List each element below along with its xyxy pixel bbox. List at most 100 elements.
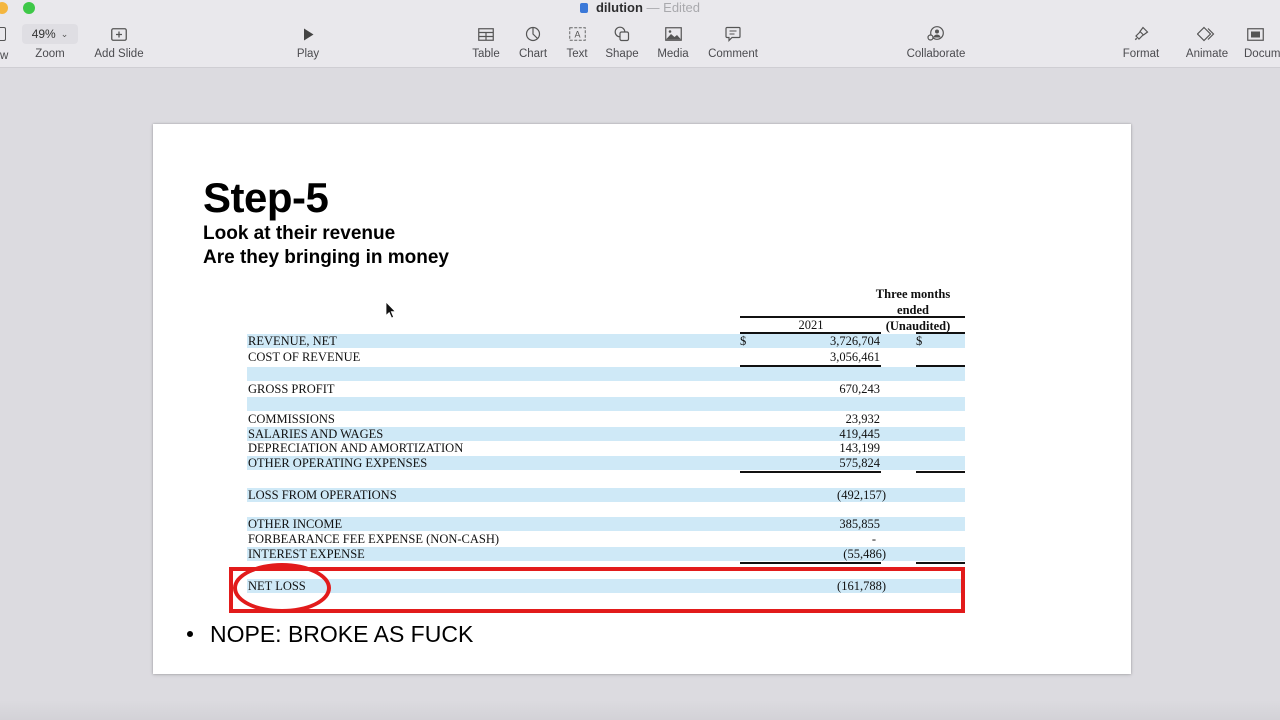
total-rule-2: [916, 562, 965, 564]
text-box-icon: A: [568, 27, 586, 41]
table-row: REVENUE, NET $ 3,726,704 $: [247, 334, 965, 348]
bullet-text: NOPE: BROKE AS FUCK: [210, 621, 474, 647]
text-button[interactable]: A Text: [563, 24, 591, 60]
text-label: Text: [566, 48, 588, 60]
table-button[interactable]: Table: [470, 24, 502, 60]
table-row: SALARIES AND WAGES 419,445: [247, 427, 965, 441]
add-slide-icon: [111, 27, 127, 41]
table-row: FORBEARANCE FEE EXPENSE (NON-CASH) -: [247, 532, 965, 546]
add-slide-button[interactable]: Add Slide: [92, 24, 146, 60]
play-button[interactable]: Play: [292, 24, 324, 60]
window-title: dilution — Edited: [0, 0, 1280, 16]
canvas-bottom-edge: [0, 700, 1280, 720]
view-button-label[interactable]: w: [0, 50, 8, 62]
table-label: Table: [472, 48, 500, 60]
row-label: SALARIES AND WAGES: [248, 427, 384, 441]
total-rule: [740, 562, 881, 564]
zoom-select[interactable]: 49% ⌄: [22, 24, 78, 44]
media-button[interactable]: Media: [655, 24, 691, 60]
row-value: 385,855: [839, 517, 880, 531]
row-value: 3,056,461: [830, 350, 880, 364]
format-label: Format: [1122, 48, 1160, 60]
comment-button[interactable]: Comment: [706, 24, 760, 60]
column-year: 2021: [798, 318, 824, 332]
net-loss-highlight-ellipse[interactable]: [233, 563, 331, 613]
bullet-icon: [187, 630, 193, 637]
animate-label: Animate: [1185, 48, 1229, 60]
row-value: 670,243: [839, 382, 880, 396]
table-row: COMMISSIONS 23,932: [247, 412, 965, 426]
table-row: LOSS FROM OPERATIONS (492,157): [247, 488, 965, 502]
animate-icon: [1197, 26, 1215, 42]
zoom-control[interactable]: 49% ⌄ Zoom: [22, 24, 78, 60]
row-value: 3,726,704: [830, 334, 880, 348]
comment-label: Comment: [708, 48, 758, 60]
add-slide-label: Add Slide: [94, 48, 144, 60]
row-value: (492,157): [837, 488, 886, 502]
document-status: Edited: [663, 0, 701, 15]
chart-label: Chart: [518, 48, 548, 60]
slide-canvas[interactable]: Step-5 Look at their revenue Are they br…: [153, 124, 1131, 674]
row-value: 419,445: [839, 427, 880, 441]
play-label: Play: [296, 48, 320, 60]
shape-button[interactable]: Shape: [603, 24, 641, 60]
row-label: COMMISSIONS: [248, 412, 335, 426]
document-icon: [1247, 27, 1264, 41]
shape-icon: [614, 26, 630, 42]
zoom-label: Zoom: [35, 48, 65, 60]
table-row: INTEREST EXPENSE (55,486): [247, 547, 965, 561]
bullet-point[interactable]: NOPE: BROKE AS FUCK: [187, 621, 473, 648]
mouse-cursor-icon: [385, 301, 396, 319]
row-label: OTHER INCOME: [248, 517, 343, 531]
comment-icon: [725, 26, 741, 42]
row-label: DEPRECIATION AND AMORTIZATION: [248, 441, 464, 455]
chevron-down-icon: ⌄: [60, 28, 69, 39]
spacer-row: [247, 397, 965, 411]
table-row: DEPRECIATION AND AMORTIZATION 143,199: [247, 441, 965, 455]
table-row: COST OF REVENUE 3,056,461: [247, 350, 965, 364]
header-period: Three months ended: [875, 287, 951, 317]
document-name: dilution: [595, 0, 643, 15]
collaborate-button[interactable]: Collaborate: [904, 24, 968, 60]
play-icon: [303, 28, 313, 40]
row-value: 575,824: [839, 456, 880, 470]
chart-button[interactable]: Chart: [516, 24, 550, 60]
shape-label: Shape: [605, 48, 639, 60]
collaborate-icon: [927, 26, 944, 41]
row-label: GROSS PROFIT: [248, 382, 335, 396]
row-label: REVENUE, NET: [248, 334, 337, 348]
table-icon: [478, 27, 494, 41]
row-value: 23,932: [845, 412, 880, 426]
document-label: Docum: [1244, 48, 1280, 60]
table-row: OTHER OPERATING EXPENSES 575,824: [247, 456, 965, 470]
animate-button[interactable]: Animate: [1183, 24, 1231, 60]
currency-symbol: $: [740, 334, 747, 348]
table-row: GROSS PROFIT 670,243: [247, 382, 965, 396]
subtotal-rule-2: [916, 471, 965, 473]
currency-symbol: $: [916, 334, 923, 348]
row-label: INTEREST EXPENSE: [248, 547, 365, 561]
spacer-row: [247, 367, 965, 381]
svg-text:A: A: [574, 30, 580, 40]
table-row: OTHER INCOME 385,855: [247, 517, 965, 531]
row-value: 143,199: [839, 441, 880, 455]
row-value: -: [871, 532, 876, 546]
zoom-value: 49%: [31, 27, 56, 41]
subtotal-rule: [740, 471, 881, 473]
view-icon[interactable]: [0, 27, 6, 41]
document-button[interactable]: Docum: [1244, 24, 1280, 60]
net-loss-highlight-rectangle[interactable]: [229, 567, 965, 613]
format-button[interactable]: Format: [1121, 24, 1161, 60]
row-label: FORBEARANCE FEE EXPENSE (NON-CASH): [248, 532, 500, 546]
chart-icon: [525, 26, 541, 42]
media-label: Media: [657, 48, 689, 60]
paintbrush-icon: [1134, 26, 1149, 41]
row-value: (55,486): [843, 547, 886, 561]
row-label: COST OF REVENUE: [248, 350, 361, 364]
keynote-document-icon: [579, 3, 588, 13]
media-icon: [664, 27, 682, 41]
row-label: OTHER OPERATING EXPENSES: [248, 456, 428, 470]
toolbar: dilution — Edited w 49% ⌄ Zoom Add Slide …: [0, 0, 1280, 68]
title-separator: —: [646, 0, 660, 15]
collaborate-label: Collaborate: [906, 48, 966, 60]
